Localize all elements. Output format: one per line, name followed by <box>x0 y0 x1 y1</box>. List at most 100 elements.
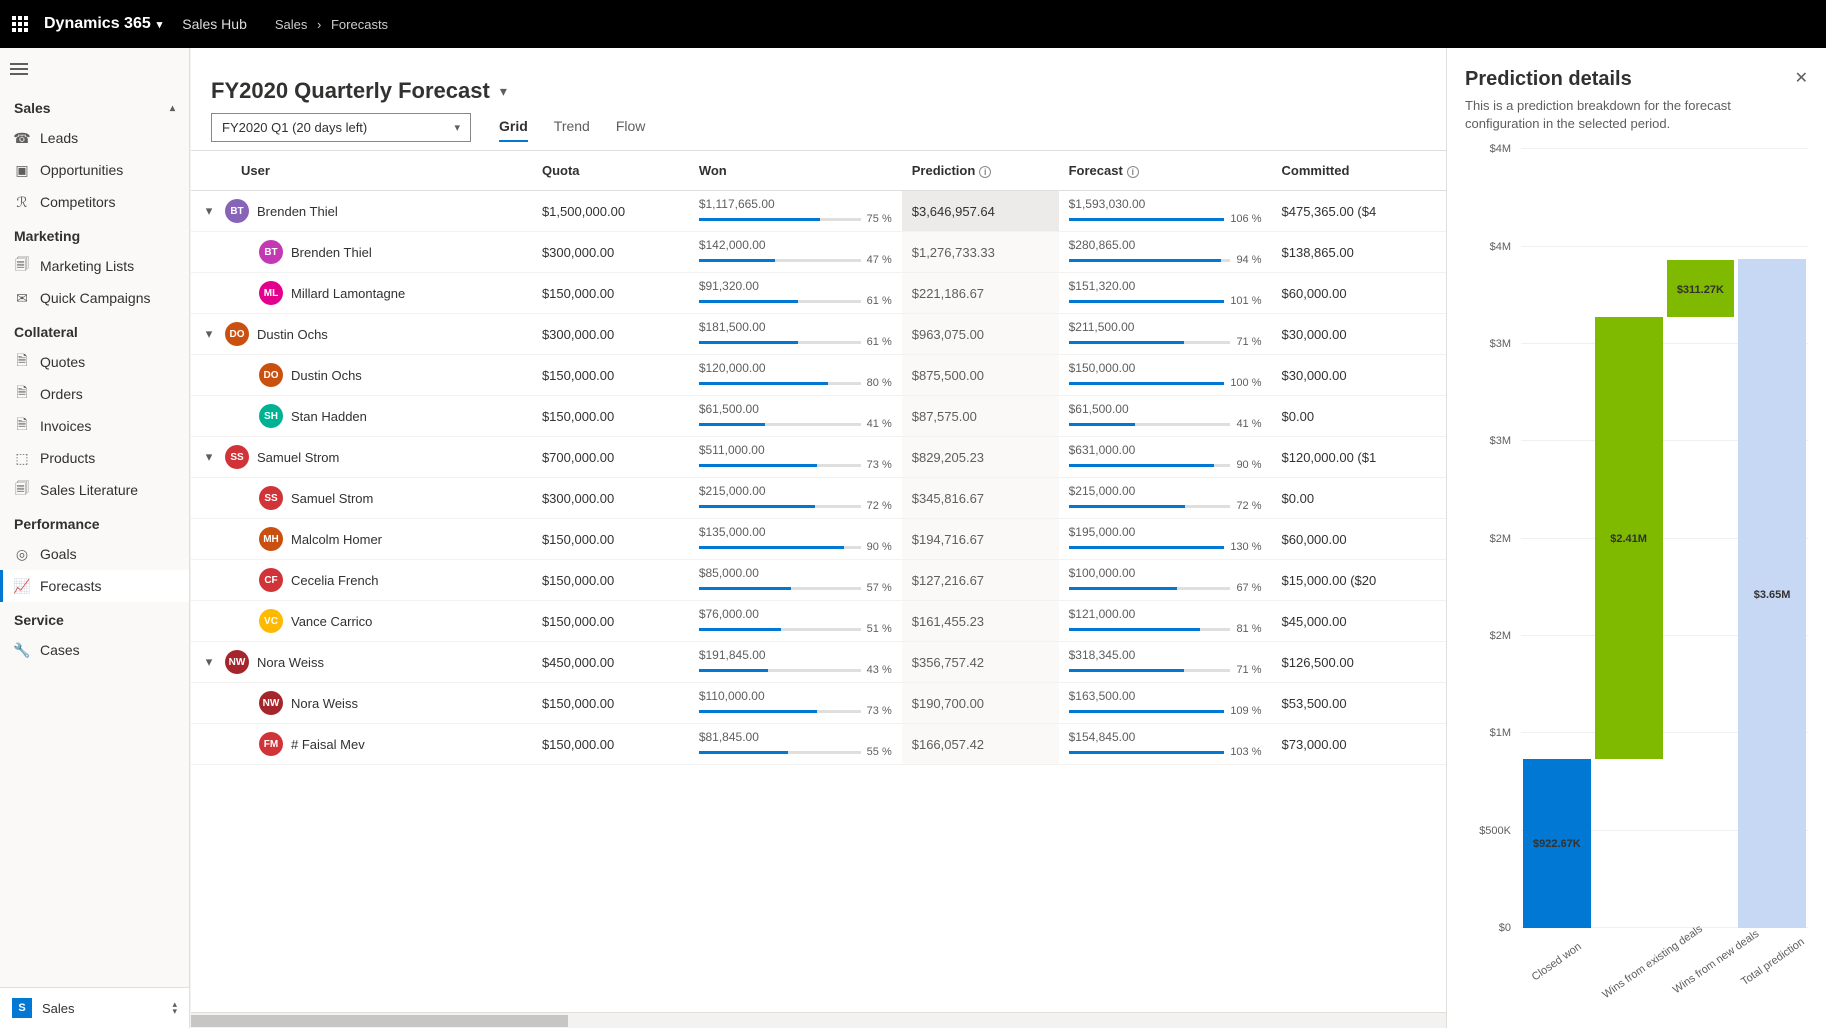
prediction-cell[interactable]: $127,216.67 <box>902 560 1059 601</box>
quote-icon: 🗎 <box>14 354 30 370</box>
user-name: Malcolm Homer <box>291 532 382 547</box>
column-user[interactable]: User <box>191 151 532 191</box>
metric-value: $100,000.00 <box>1069 566 1262 580</box>
table-row[interactable]: MLMillard Lamontagne$150,000.00$91,320.0… <box>191 273 1446 314</box>
app-launcher-icon[interactable] <box>12 16 28 32</box>
table-row[interactable]: DODustin Ochs$150,000.00$120,000.0080 %$… <box>191 355 1446 396</box>
prediction-cell[interactable]: $963,075.00 <box>902 314 1059 355</box>
page-title[interactable]: FY2020 Quarterly Forecast <box>211 78 490 104</box>
column-forecast[interactable]: Forecasti <box>1059 151 1272 191</box>
info-icon[interactable]: i <box>979 166 991 178</box>
case-icon: 🔧 <box>14 642 30 658</box>
prediction-cell[interactable]: $3,646,957.64 <box>902 191 1059 232</box>
table-row[interactable]: ▾DODustin Ochs$300,000.00$181,500.0061 %… <box>191 314 1446 355</box>
close-icon[interactable]: ✕ <box>1795 68 1808 88</box>
metric-value: $191,845.00 <box>699 648 892 662</box>
table-row[interactable]: NWNora Weiss$150,000.00$110,000.0073 %$1… <box>191 683 1446 724</box>
expand-icon[interactable]: ▾ <box>201 203 217 219</box>
y-tick-label: $3M <box>1490 435 1511 447</box>
info-icon[interactable]: i <box>1127 166 1139 178</box>
metric-value: $151,320.00 <box>1069 279 1262 293</box>
breadcrumb-item[interactable]: Forecasts <box>331 17 388 32</box>
column-committed[interactable]: Committed <box>1272 151 1446 191</box>
column-prediction[interactable]: Predictioni <box>902 151 1059 191</box>
progress-bar <box>699 669 861 672</box>
expand-icon[interactable]: ▾ <box>201 326 217 342</box>
sidebar-item-label: Competitors <box>40 194 115 210</box>
tab-grid[interactable]: Grid <box>499 112 528 142</box>
hub-name: Sales Hub <box>182 16 247 32</box>
prediction-cell[interactable]: $221,186.67 <box>902 273 1059 314</box>
prediction-cell[interactable]: $190,700.00 <box>902 683 1059 724</box>
chart-bar[interactable]: $311.27K <box>1665 149 1737 928</box>
table-row[interactable]: VCVance Carrico$150,000.00$76,000.0051 %… <box>191 601 1446 642</box>
prediction-cell[interactable]: $161,455.23 <box>902 601 1059 642</box>
sidebar-item-quotes[interactable]: 🗎Quotes <box>0 346 189 378</box>
prediction-cell[interactable]: $829,205.23 <box>902 437 1059 478</box>
column-won[interactable]: Won <box>689 151 902 191</box>
period-select[interactable]: FY2020 Q1 (20 days left) ▾ <box>211 113 471 142</box>
breadcrumb-item[interactable]: Sales <box>275 17 308 32</box>
tab-flow[interactable]: Flow <box>616 112 646 142</box>
table-row[interactable]: MHMalcolm Homer$150,000.00$135,000.0090 … <box>191 519 1446 560</box>
table-row[interactable]: SHStan Hadden$150,000.00$61,500.0041 %$8… <box>191 396 1446 437</box>
menu-toggle-icon[interactable] <box>0 48 189 90</box>
table-row[interactable]: ▾NWNora Weiss$450,000.00$191,845.0043 %$… <box>191 642 1446 683</box>
goal-icon: ◎ <box>14 546 30 562</box>
updown-icon: ▴▾ <box>172 1001 177 1015</box>
chart-bar[interactable]: $3.65M <box>1736 149 1808 928</box>
table-row[interactable]: CFCecelia French$150,000.00$85,000.0057 … <box>191 560 1446 601</box>
sidebar-item-forecasts[interactable]: 📈Forecasts <box>0 570 189 602</box>
sidebar-item-label: Leads <box>40 130 78 146</box>
nav-heading: Marketing <box>0 218 189 250</box>
prediction-cell[interactable]: $166,057.42 <box>902 724 1059 765</box>
metric-percent: 41 % <box>867 418 892 430</box>
metric-percent: 61 % <box>867 295 892 307</box>
table-row[interactable]: BTBrenden Thiel$300,000.00$142,000.0047 … <box>191 232 1446 273</box>
prediction-cell[interactable]: $345,816.67 <box>902 478 1059 519</box>
prod-icon: ⬚ <box>14 450 30 466</box>
table-row[interactable]: SSSamuel Strom$300,000.00$215,000.0072 %… <box>191 478 1446 519</box>
user-name: Stan Hadden <box>291 409 367 424</box>
prediction-cell[interactable]: $1,276,733.33 <box>902 232 1059 273</box>
metric-percent: 90 % <box>1236 459 1261 471</box>
sidebar-item-competitors[interactable]: ℛCompetitors <box>0 186 189 218</box>
sidebar-item-leads[interactable]: ☎Leads <box>0 122 189 154</box>
progress-bar <box>699 382 861 385</box>
chart-bar[interactable]: $922.67K <box>1521 149 1593 928</box>
sidebar-item-invoices[interactable]: 🗎Invoices <box>0 410 189 442</box>
sidebar-item-marketing-lists[interactable]: 🗐Marketing Lists <box>0 250 189 282</box>
forecast-grid: UserQuotaWonPredictioniForecastiCommitte… <box>191 151 1446 765</box>
chevron-down-icon[interactable]: ▾ <box>500 83 507 100</box>
prediction-cell[interactable]: $194,716.67 <box>902 519 1059 560</box>
column-quota[interactable]: Quota <box>532 151 689 191</box>
table-row[interactable]: ▾BTBrenden Thiel$1,500,000.00$1,117,665.… <box>191 191 1446 232</box>
quota-cell: $150,000.00 <box>532 683 689 724</box>
expand-icon[interactable]: ▾ <box>201 654 217 670</box>
quota-cell: $150,000.00 <box>532 273 689 314</box>
sidebar-item-orders[interactable]: 🗎Orders <box>0 378 189 410</box>
table-row[interactable]: FM# Faisal Mev$150,000.00$81,845.0055 %$… <box>191 724 1446 765</box>
tab-trend[interactable]: Trend <box>554 112 590 142</box>
sidebar-item-cases[interactable]: 🔧Cases <box>0 634 189 666</box>
table-row[interactable]: ▾SSSamuel Strom$700,000.00$511,000.0073 … <box>191 437 1446 478</box>
prediction-cell[interactable]: $87,575.00 <box>902 396 1059 437</box>
metric-value: $511,000.00 <box>699 443 892 457</box>
sidebar-item-products[interactable]: ⬚Products <box>0 442 189 474</box>
horizontal-scrollbar[interactable] <box>191 1012 1446 1028</box>
chart-bar[interactable]: $2.41M <box>1593 149 1665 928</box>
metric-value: $215,000.00 <box>1069 484 1262 498</box>
sidebar-item-goals[interactable]: ◎Goals <box>0 538 189 570</box>
y-tick-label: $2M <box>1490 630 1511 642</box>
prediction-cell[interactable]: $356,757.42 <box>902 642 1059 683</box>
area-switcher[interactable]: S Sales ▴▾ <box>0 987 189 1028</box>
collapse-icon[interactable]: ▴ <box>170 103 175 114</box>
progress-bar <box>699 218 861 221</box>
expand-icon[interactable]: ▾ <box>201 449 217 465</box>
sidebar-item-opportunities[interactable]: ▣Opportunities <box>0 154 189 186</box>
app-name[interactable]: Dynamics 365 ▾ <box>44 15 162 33</box>
prediction-cell[interactable]: $875,500.00 <box>902 355 1059 396</box>
sidebar-item-quick-campaigns[interactable]: ✉Quick Campaigns <box>0 282 189 314</box>
sidebar-item-sales-literature[interactable]: 🗐Sales Literature <box>0 474 189 506</box>
x-tick-label: Closed won <box>1521 956 1593 968</box>
